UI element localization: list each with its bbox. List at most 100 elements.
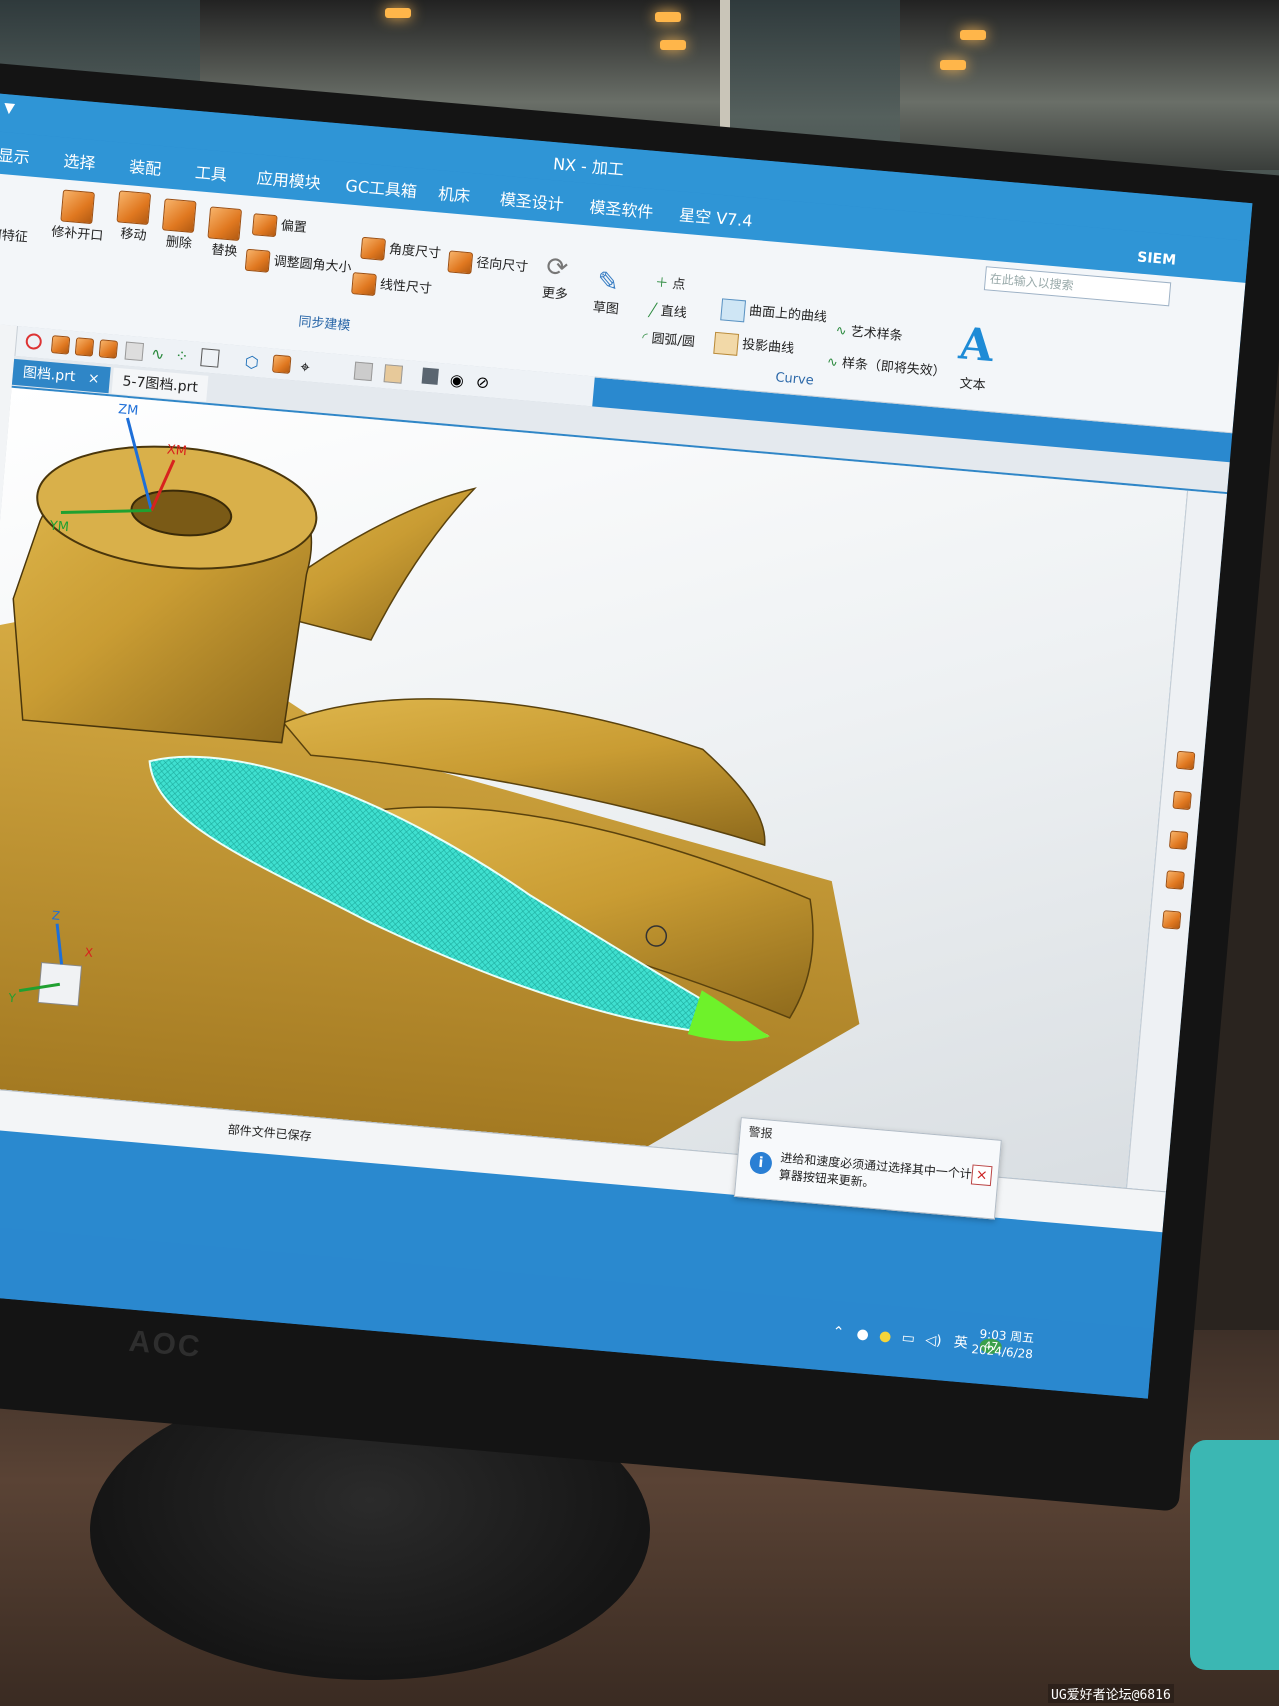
- arc-circle-button[interactable]: ◜ 圆弧/圆: [642, 327, 696, 351]
- resource-tool-icon[interactable]: [1165, 870, 1185, 890]
- refresh-icon: ⟳: [545, 251, 570, 284]
- resize-fillet-button[interactable]: 调整圆角大小: [244, 248, 353, 280]
- hide-icon[interactable]: ⊘: [475, 372, 492, 392]
- move-face-icon: [116, 190, 152, 226]
- triad-z-label: Z: [51, 908, 60, 923]
- curve-icon[interactable]: ∿: [150, 344, 168, 364]
- filter-icon[interactable]: [50, 335, 71, 355]
- quick-access-menu-icon[interactable]: ▼: [3, 100, 15, 117]
- eye-icon[interactable]: ◉: [449, 370, 466, 390]
- radial-dim-button[interactable]: 径向尺寸: [447, 249, 529, 278]
- tab-part-secondary[interactable]: 5-7图档.prt: [111, 367, 209, 402]
- point-snap-icon[interactable]: ⁘: [174, 346, 192, 366]
- menu-select[interactable]: 选择: [63, 147, 97, 174]
- chevron-up-icon[interactable]: ⌃: [832, 1324, 845, 1341]
- menu-assembly[interactable]: 装配: [128, 153, 163, 180]
- resource-tool-icon[interactable]: [1172, 790, 1192, 811]
- desk-object: [1190, 1440, 1279, 1670]
- network-icon[interactable]: ▭: [901, 1330, 916, 1347]
- text-label: 文本: [958, 376, 987, 394]
- point-button[interactable]: ＋ 点: [655, 271, 687, 293]
- menu-mold-software[interactable]: 模圣软件: [589, 193, 655, 222]
- view-cube-icon[interactable]: [124, 341, 145, 362]
- monitor-brand-logo: AOC: [127, 1324, 203, 1364]
- delete-label: 删除: [165, 234, 193, 252]
- move-button[interactable]: 移动: [115, 190, 155, 244]
- crosshair-icon[interactable]: ⌖: [300, 357, 317, 377]
- sketch-button[interactable]: ✎ 草图: [592, 266, 622, 317]
- group-label-curve: Curve: [774, 370, 815, 389]
- window-title: NX - 加工: [552, 154, 625, 180]
- menu-display[interactable]: 显示: [0, 142, 31, 169]
- linear-dim-label: 线性尺寸: [379, 277, 433, 297]
- filter-icon[interactable]: [271, 354, 292, 374]
- linear-dim-button[interactable]: 线性尺寸: [351, 271, 433, 300]
- resource-tool-icon[interactable]: [1161, 910, 1182, 930]
- menu-xingkong[interactable]: 星空 V7.4: [678, 201, 753, 231]
- filter-icon[interactable]: [98, 339, 119, 359]
- projected-curve-icon: [713, 331, 740, 356]
- menu-machine[interactable]: 机床: [437, 180, 471, 207]
- volume-icon[interactable]: ◁): [925, 1332, 943, 1349]
- feature-label: 何特征: [0, 227, 29, 246]
- ime-indicator[interactable]: 英: [953, 1335, 968, 1352]
- repair-open-icon: [60, 189, 95, 225]
- resource-tool-icon[interactable]: [1168, 830, 1189, 850]
- info-icon: i: [748, 1151, 773, 1175]
- angle-dim-label: 角度尺寸: [388, 242, 442, 262]
- close-icon[interactable]: ×: [87, 370, 100, 387]
- clock[interactable]: 9:03 周五 2024/6/28: [971, 1325, 1035, 1362]
- text-icon[interactable]: A: [957, 318, 995, 372]
- more-button[interactable]: ⟳ 更多: [541, 252, 571, 303]
- hexagon-icon[interactable]: ⬡: [244, 352, 261, 372]
- projected-curve-button[interactable]: 投影曲线: [713, 331, 795, 360]
- arc-circle-label: 圆弧/圆: [650, 331, 696, 351]
- resize-fillet-label: 调整圆角大小: [272, 254, 352, 276]
- shaded-edges-icon[interactable]: [383, 364, 404, 384]
- spline-icon: ∿: [826, 354, 839, 371]
- arc-icon: ◜: [641, 330, 649, 346]
- point-label: 点: [671, 276, 686, 294]
- impeller-model: ZM XM YM Z X Y: [0, 402, 860, 1147]
- point-icon: ＋: [654, 275, 669, 292]
- watermark: UG爱好者论坛@6816: [1048, 1684, 1174, 1703]
- menu-application[interactable]: 应用模块: [256, 164, 322, 193]
- wechat-icon[interactable]: ●: [856, 1326, 870, 1343]
- alert-title: 警报: [747, 1124, 774, 1141]
- offset-button[interactable]: 偏置: [251, 212, 308, 239]
- monitor: ▼ NX - 加工 显示 选择 装配 工具 应用模块 GC工具箱 机床 模圣设计…: [0, 60, 1279, 1512]
- projected-curve-label: 投影曲线: [741, 337, 795, 357]
- graphics-viewport[interactable]: ZM XM YM Z X Y: [0, 387, 1188, 1188]
- no-entry-icon[interactable]: [25, 332, 43, 351]
- repair-open-button[interactable]: 修补开口: [47, 188, 111, 244]
- filter-icon[interactable]: [74, 337, 95, 357]
- ribbon-button-feature[interactable]: 何特征: [0, 223, 29, 245]
- tab-part-active[interactable]: 图档.prt ×: [11, 358, 111, 394]
- delete-face-icon: [161, 198, 197, 234]
- close-icon[interactable]: ×: [970, 1164, 993, 1187]
- resource-tool-icon[interactable]: [1175, 750, 1196, 771]
- spline-button[interactable]: ∿ 样条（即将失效）: [826, 351, 946, 380]
- menu-gc-toolkit[interactable]: GC工具箱: [345, 172, 418, 202]
- replace-button[interactable]: 替换: [206, 206, 246, 260]
- menu-tools[interactable]: 工具: [194, 159, 228, 186]
- triad-x-label: X: [84, 945, 93, 960]
- move-label: 移动: [119, 226, 147, 244]
- snap-icon[interactable]: [200, 348, 220, 368]
- tab-label: 5-7图档.prt: [121, 373, 199, 396]
- menu-mold-design[interactable]: 模圣设计: [499, 186, 565, 215]
- angle-dim-button[interactable]: 角度尺寸: [360, 236, 442, 265]
- offset-icon: [251, 212, 278, 237]
- mcs-icon[interactable]: [421, 367, 439, 385]
- curve-on-surface-button[interactable]: 曲面上的曲线: [720, 297, 828, 329]
- delete-button[interactable]: 删除: [160, 198, 200, 252]
- sketch-label: 草图: [592, 300, 620, 318]
- ceiling-lamp: [940, 60, 966, 70]
- ceiling-lamp: [655, 12, 681, 22]
- line-icon: ╱: [648, 303, 658, 319]
- art-spline-button[interactable]: ∿ 艺术样条: [835, 319, 903, 344]
- app-tray-icon[interactable]: ●: [878, 1328, 892, 1345]
- line-button[interactable]: ╱ 直线: [648, 299, 687, 321]
- art-spline-label: 艺术样条: [850, 324, 904, 345]
- shaded-icon[interactable]: [353, 361, 374, 382]
